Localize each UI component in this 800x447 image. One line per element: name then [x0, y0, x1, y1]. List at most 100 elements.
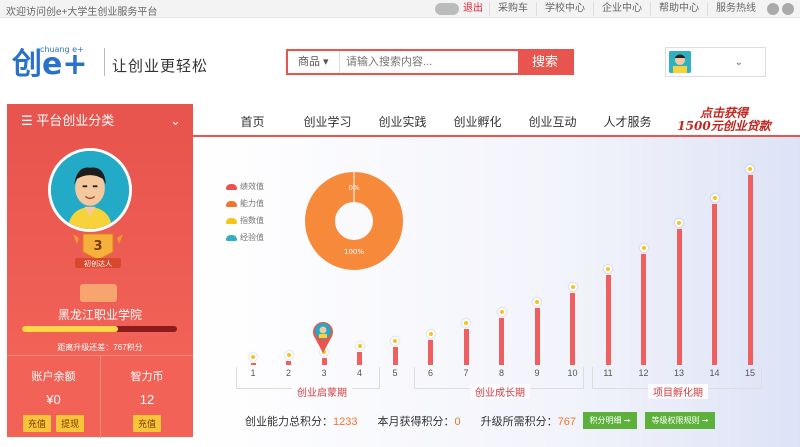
level-bar	[747, 175, 753, 365]
level-progress-fill	[22, 326, 119, 332]
balance-label: 账户余额	[31, 371, 76, 383]
level-bar	[428, 339, 433, 365]
search-input[interactable]	[340, 51, 518, 73]
current-level-marker	[313, 322, 333, 353]
legend-label: 指数值	[240, 216, 264, 225]
legend-item: 能力值	[226, 195, 264, 212]
bar-top-dot	[675, 218, 683, 227]
month-score: 本月获得积分：0	[377, 416, 461, 428]
nav-item-incubation[interactable]: 创业孵化	[440, 113, 515, 130]
level-title: 初创达人	[84, 259, 112, 268]
name-pill	[80, 284, 117, 302]
legend-label: 经验值	[240, 233, 264, 242]
bar-top-dot	[426, 329, 435, 338]
nav-item-learning[interactable]: 创业学习	[290, 113, 365, 130]
score-stats: 创业能力总积分：1233 本月获得积分：0 升级所需积分：767	[245, 413, 576, 429]
bar-top-dot	[710, 193, 719, 202]
level-bar	[641, 253, 646, 365]
user-menu[interactable]: ⌄	[665, 47, 766, 77]
level-number: 3	[93, 239, 102, 254]
bar-top-dot	[355, 342, 364, 351]
top-links: 退出 采购车 学校中心 企业中心 帮助中心 服务热线	[435, 2, 794, 16]
ability-donut-chart: 0% 100%	[305, 172, 403, 270]
chart-legend: 绩效值 能力值 指数值 经验值	[226, 178, 264, 246]
nav-item-practice[interactable]: 创业实践	[365, 113, 440, 130]
progress-text: 距离升级还差：767积分	[57, 343, 143, 352]
legend-swatch	[226, 234, 237, 241]
list-icon: ☰	[21, 113, 37, 128]
recharge-button[interactable]: 充值	[22, 415, 51, 432]
level-bar	[605, 275, 611, 365]
account-panel: 账户余额 ¥0 充值 提现 智力币 12 充值	[7, 355, 193, 438]
welcome-text: 欢迎访问创e+大学生创业服务平台	[6, 7, 158, 18]
legend-item: 绩效值	[226, 178, 264, 195]
search-box: 商品 ▾ 搜索	[286, 49, 574, 75]
legend-label: 能力值	[240, 199, 264, 208]
profile-avatar	[48, 148, 132, 232]
level-tick-label: 5	[392, 368, 398, 378]
balance-section: 账户余额 ¥0 充值 提现	[7, 356, 100, 438]
coin-recharge-button[interactable]: 充值	[132, 415, 161, 432]
level-rules-button[interactable]: 等级权限规则 ➞	[645, 412, 715, 429]
withdraw-button[interactable]: 提现	[56, 415, 85, 432]
level-bar	[392, 347, 398, 365]
logo-divider	[104, 48, 105, 76]
level-bar	[534, 307, 540, 365]
user-avatar	[669, 51, 691, 73]
logo[interactable]: 创e+ chuang e+	[10, 40, 100, 82]
logo-subtext: chuang e+	[40, 45, 84, 54]
level-badge: 3 初创达人	[73, 233, 123, 268]
logout-link[interactable]: 退出	[463, 2, 489, 16]
level-bar	[499, 318, 504, 365]
qq-icon[interactable]	[782, 3, 794, 15]
service-hotline-link[interactable]: 服务热线	[707, 2, 764, 16]
level-bar	[676, 228, 682, 365]
coin-value: 12	[139, 392, 155, 407]
balance-value: ¥0	[46, 392, 61, 407]
legend-swatch	[226, 217, 237, 224]
donut-label-top: 0%	[348, 184, 359, 192]
user-toggle[interactable]	[435, 3, 459, 15]
legend-swatch	[226, 183, 237, 190]
nav-item-home[interactable]: 首页	[215, 113, 290, 130]
score-detail-button[interactable]: 积分明细 ➞	[583, 412, 637, 429]
legend-item: 经验值	[226, 229, 264, 246]
stage-label: 创业成长期	[470, 384, 530, 399]
bar-top-dot	[639, 243, 648, 252]
bar-top-dot	[284, 351, 293, 360]
legend-item: 指数值	[226, 212, 264, 229]
bar-top-dot	[391, 337, 399, 346]
nav-item-talent[interactable]: 人才服务	[590, 113, 665, 130]
category-menu-button[interactable]: ☰ 平台创业分类 ⌄	[7, 104, 193, 137]
level-progress-bar	[22, 326, 177, 332]
help-center-link[interactable]: 帮助中心	[650, 2, 707, 16]
weibo-icon[interactable]	[767, 3, 779, 15]
chevron-down-icon: ⌄	[734, 56, 743, 68]
enterprise-center-link[interactable]: 企业中心	[593, 2, 650, 16]
needed-score: 升级所需积分：767	[480, 416, 576, 428]
school-center-link[interactable]: 学校中心	[536, 2, 593, 16]
search-button[interactable]: 搜索	[518, 51, 572, 73]
coin-label: 智力币	[130, 371, 164, 383]
bar-top-dot	[249, 353, 257, 361]
promo-line2: 1500元创业贷款	[677, 119, 771, 133]
level-bar	[321, 357, 327, 365]
search-category-select[interactable]: 商品 ▾	[288, 51, 340, 73]
stage-label: 创业启蒙期	[292, 384, 352, 399]
bar-top-dot	[497, 308, 506, 317]
legend-swatch	[226, 200, 237, 207]
loan-promo-link[interactable]: 点击获得 1500元创业贷款	[675, 107, 773, 133]
bar-top-dot	[533, 297, 541, 306]
cart-link[interactable]: 采购车	[489, 2, 536, 16]
top-bar: 欢迎访问创e+大学生创业服务平台 退出 采购车 学校中心 企业中心 帮助中心 服…	[0, 0, 800, 18]
school-name: 黑龙江职业学院	[57, 308, 142, 322]
category-label: 平台创业分类	[36, 113, 115, 128]
growth-chart-panel	[193, 137, 800, 447]
bar-top-dot	[746, 165, 754, 173]
nav-item-interaction[interactable]: 创业互动	[515, 113, 590, 130]
level-bar	[463, 329, 469, 365]
level-bar	[712, 203, 717, 365]
slogan: 让创业更轻松	[112, 57, 209, 75]
main-nav: 首页 创业学习 创业实践 创业孵化 创业互动 人才服务	[215, 113, 665, 130]
legend-label: 绩效值	[240, 182, 264, 191]
